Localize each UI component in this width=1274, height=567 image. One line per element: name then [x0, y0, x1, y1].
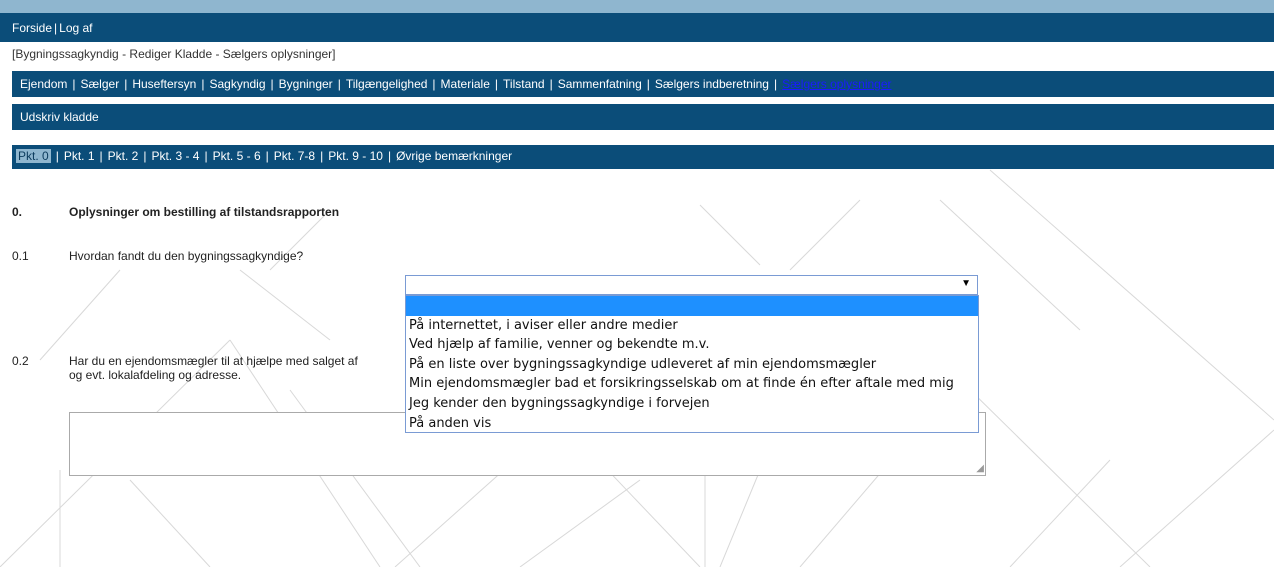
main-nav: Ejendom | Sælger | Huseftersyn | Sagkyndig | Byg…: [12, 71, 1274, 97]
q2-number: 0.2: [12, 354, 29, 368]
print-bar: Udskriv kladde: [12, 104, 1274, 130]
section-number: 0.: [12, 205, 23, 219]
nav-ejendom[interactable]: Ejendom: [20, 77, 67, 91]
home-link[interactable]: Forside: [12, 21, 52, 35]
pkt-nav: Pkt. 0 | Pkt. 1 | Pkt. 2 | Pkt. 3 - 4 | Pkt. 5 -…: [12, 145, 1274, 169]
how-found-select[interactable]: ▼: [405, 275, 978, 295]
pkt-5-6-tab[interactable]: Pkt. 5 - 6: [213, 149, 261, 163]
nav-materiale[interactable]: Materiale: [441, 77, 490, 91]
nav-sammenfatning[interactable]: Sammenfatning: [558, 77, 642, 91]
option-family[interactable]: Ved hjælp af familie, venner og bekendte…: [406, 335, 978, 355]
option-broker-list[interactable]: På en liste over bygningssagkyndige udle…: [406, 355, 978, 375]
pkt-9-10-tab[interactable]: Pkt. 9 - 10: [328, 149, 383, 163]
pkt-2-tab[interactable]: Pkt. 2: [108, 149, 139, 163]
option-insurance[interactable]: Min ejendomsmægler bad et forsikringssel…: [406, 374, 978, 394]
nav-bygninger[interactable]: Bygninger: [279, 77, 333, 91]
section-title: Oplysninger om bestilling af tilstandsra…: [69, 205, 340, 219]
option-internet[interactable]: På internettet, i aviser eller andre med…: [406, 316, 978, 336]
top-bar: Forside | Log af: [0, 13, 1274, 42]
option-known[interactable]: Jeg kender den bygningssagkyndige i forv…: [406, 394, 978, 414]
nav-saelger[interactable]: Sælger: [81, 77, 120, 91]
resize-handle-icon[interactable]: ◢: [976, 463, 984, 474]
pkt-3-4-tab[interactable]: Pkt. 3 - 4: [151, 149, 199, 163]
nav-saelgers-indberetning[interactable]: Sælgers indberetning: [655, 77, 769, 91]
pkt-7-8-tab[interactable]: Pkt. 7-8: [274, 149, 315, 163]
print-draft-link[interactable]: Udskriv kladde: [20, 110, 99, 124]
q2-question-line2: og evt. lokalafdeling og adresse.: [69, 368, 242, 382]
option-blank[interactable]: [406, 296, 978, 316]
other-remarks-tab[interactable]: Øvrige bemærkninger: [396, 149, 512, 163]
breadcrumb: [Bygningssagkyndig - Rediger Kladde - Sæ…: [12, 47, 336, 61]
nav-huseftersyn[interactable]: Huseftersyn: [132, 77, 196, 91]
how-found-dropdown-list: På internettet, i aviser eller andre med…: [405, 295, 979, 433]
option-other[interactable]: På anden vis: [406, 414, 978, 434]
nav-sagkyndig[interactable]: Sagkyndig: [209, 77, 265, 91]
top-accent-strip: [0, 0, 1274, 13]
pkt-0-tab[interactable]: Pkt. 0: [16, 149, 51, 163]
q1-question: Hvordan fandt du den bygningssagkyndige?: [69, 249, 304, 263]
nav-tilstand[interactable]: Tilstand: [503, 77, 545, 91]
nav-tilgaengelighed[interactable]: Tilgængelighed: [346, 77, 428, 91]
dropdown-arrow-icon[interactable]: ▼: [961, 278, 971, 289]
q1-number: 0.1: [12, 249, 29, 263]
nav-saelgers-oplysninger[interactable]: Sælgers oplysninger: [782, 77, 891, 91]
q2-question-line1: Har du en ejendomsmægler til at hjælpe m…: [69, 354, 358, 368]
logout-link[interactable]: Log af: [59, 21, 92, 35]
pkt-1-tab[interactable]: Pkt. 1: [64, 149, 95, 163]
